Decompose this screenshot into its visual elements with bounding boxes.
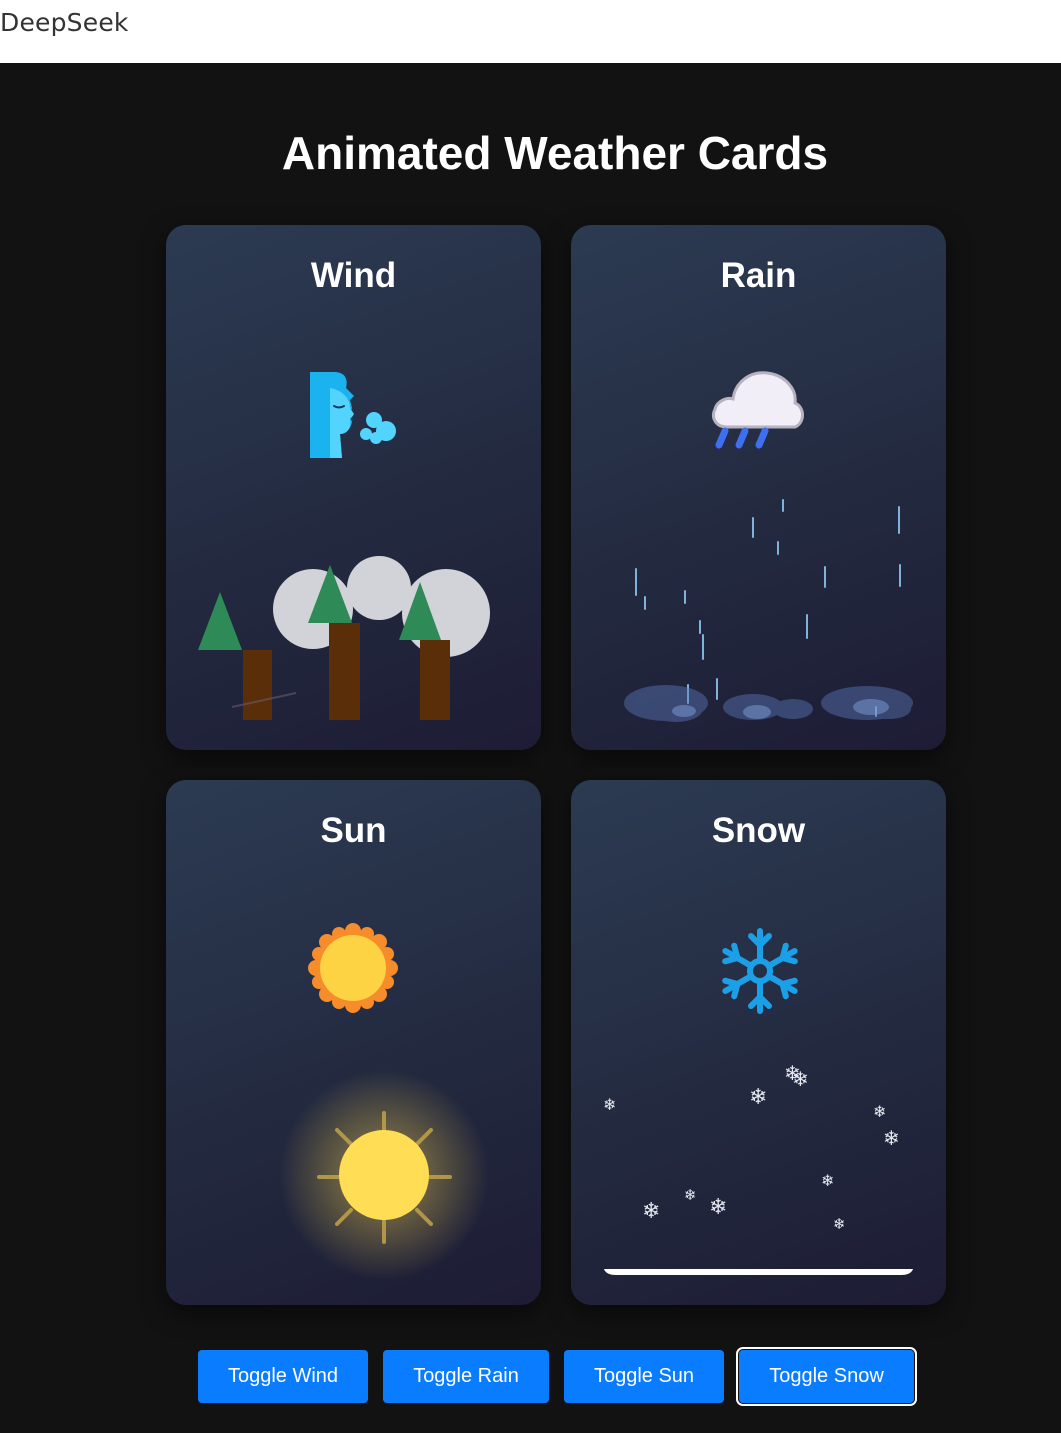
puddle <box>773 699 813 719</box>
page-title: Animated Weather Cards <box>281 127 829 179</box>
toggle-wind-button[interactable]: Toggle Wind <box>198 1350 368 1403</box>
puddle <box>743 705 771 719</box>
sun-scene <box>279 1070 489 1280</box>
wind-card: Wind <box>166 225 541 750</box>
animated-sun <box>339 1130 429 1220</box>
rain-card: Rain <box>571 225 946 750</box>
puddle <box>853 699 889 715</box>
puddle <box>672 705 696 717</box>
tree-trunk <box>329 623 360 720</box>
snow-ground <box>604 1269 913 1275</box>
wind-forest-scene <box>198 556 490 720</box>
toggle-rain-button[interactable]: Toggle Rain <box>383 1350 549 1403</box>
snow-card: Snow ❄ ❄ ❄ ❄ ❄ ❄ ❄ ❄ ❄ ❄ ❄ <box>571 780 946 1305</box>
tree-trunk <box>420 640 450 720</box>
toggle-sun-button[interactable]: Toggle Sun <box>564 1350 724 1403</box>
sun-card: Sun <box>166 780 541 1305</box>
tree-trunk <box>243 650 272 720</box>
rain-scene <box>624 499 913 722</box>
tree-top <box>198 592 242 650</box>
browser-title: DeepSeek <box>0 8 129 37</box>
bush <box>347 556 411 620</box>
toggle-snow-button[interactable]: Toggle Snow <box>736 1347 917 1406</box>
browser-title-bar: DeepSeek <box>0 0 1061 63</box>
